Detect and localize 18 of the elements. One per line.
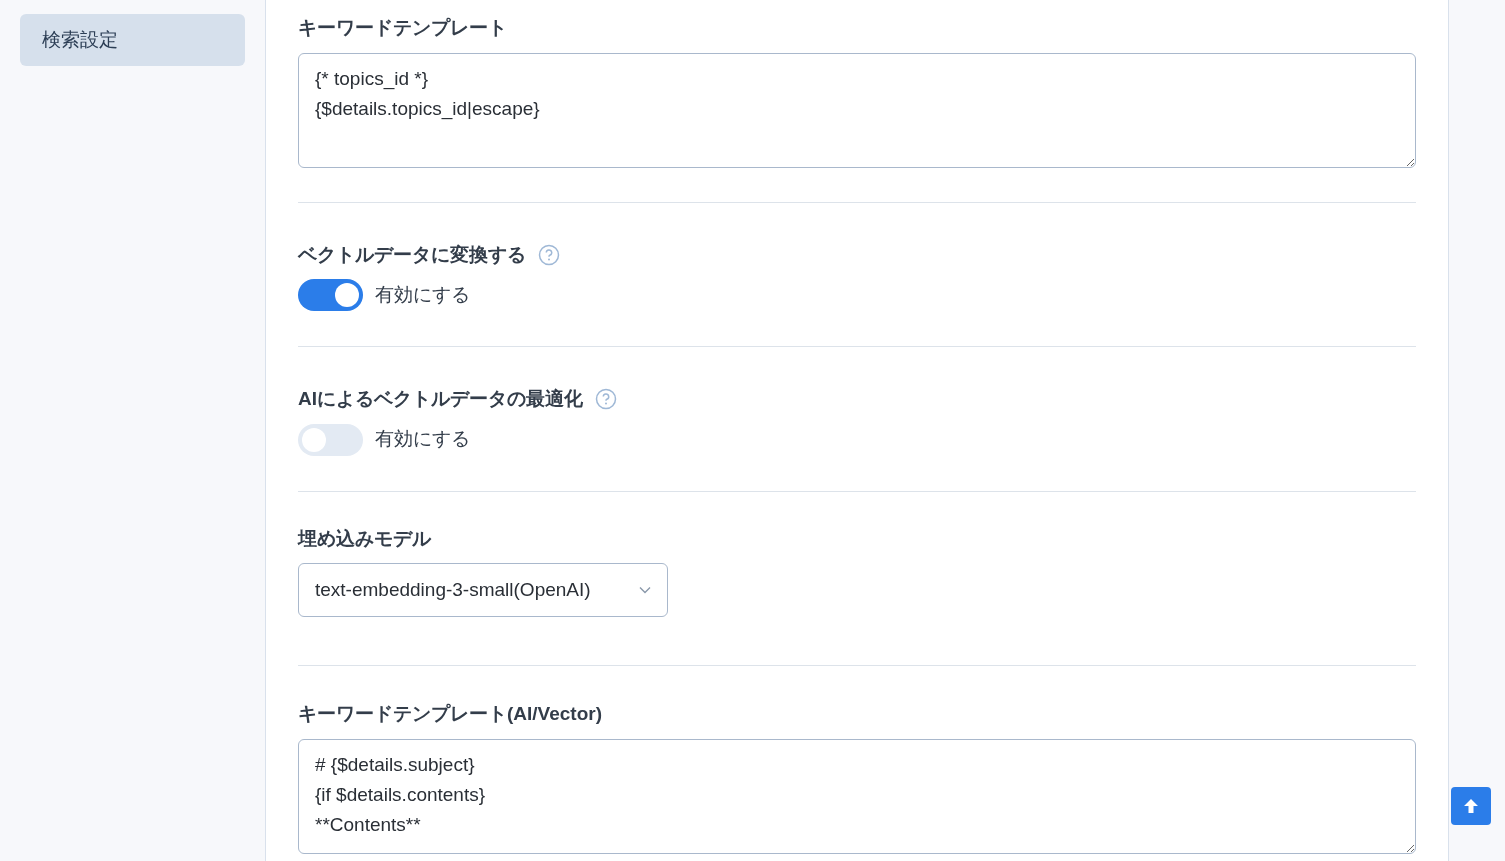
sidebar-item[interactable]: 検索設定 [20, 14, 245, 66]
field-label: キーワードテンプレート [298, 16, 507, 40]
toggle-label: 有効にする [375, 282, 470, 307]
arrow-up-icon [1463, 798, 1479, 814]
scroll-top-button[interactable] [1451, 787, 1491, 825]
help-icon[interactable] [538, 243, 560, 266]
template-textarea[interactable]: # {$details.subject} {if $details.contents} **Contents** [298, 738, 1416, 854]
toggle-switch[interactable] [298, 423, 363, 456]
model-select[interactable]: text-embedding-3-small(OpenAI) [298, 563, 668, 617]
field-label: 埋め込みモデル [298, 526, 431, 551]
field-label: キーワードテンプレート(AI/Vector) [298, 702, 603, 726]
toggle-label: 有効にする [375, 427, 470, 452]
chevron-down-icon [639, 586, 651, 594]
template-textarea[interactable]: {* topics_id *} {$details.topics_id|escape} [298, 52, 1416, 168]
help-icon[interactable] [595, 388, 617, 411]
toggle-switch[interactable] [298, 279, 363, 311]
field-label: AIによるベクトルデータの最適化 [298, 387, 583, 411]
field-label: ベクトルデータに変換する [298, 242, 526, 267]
